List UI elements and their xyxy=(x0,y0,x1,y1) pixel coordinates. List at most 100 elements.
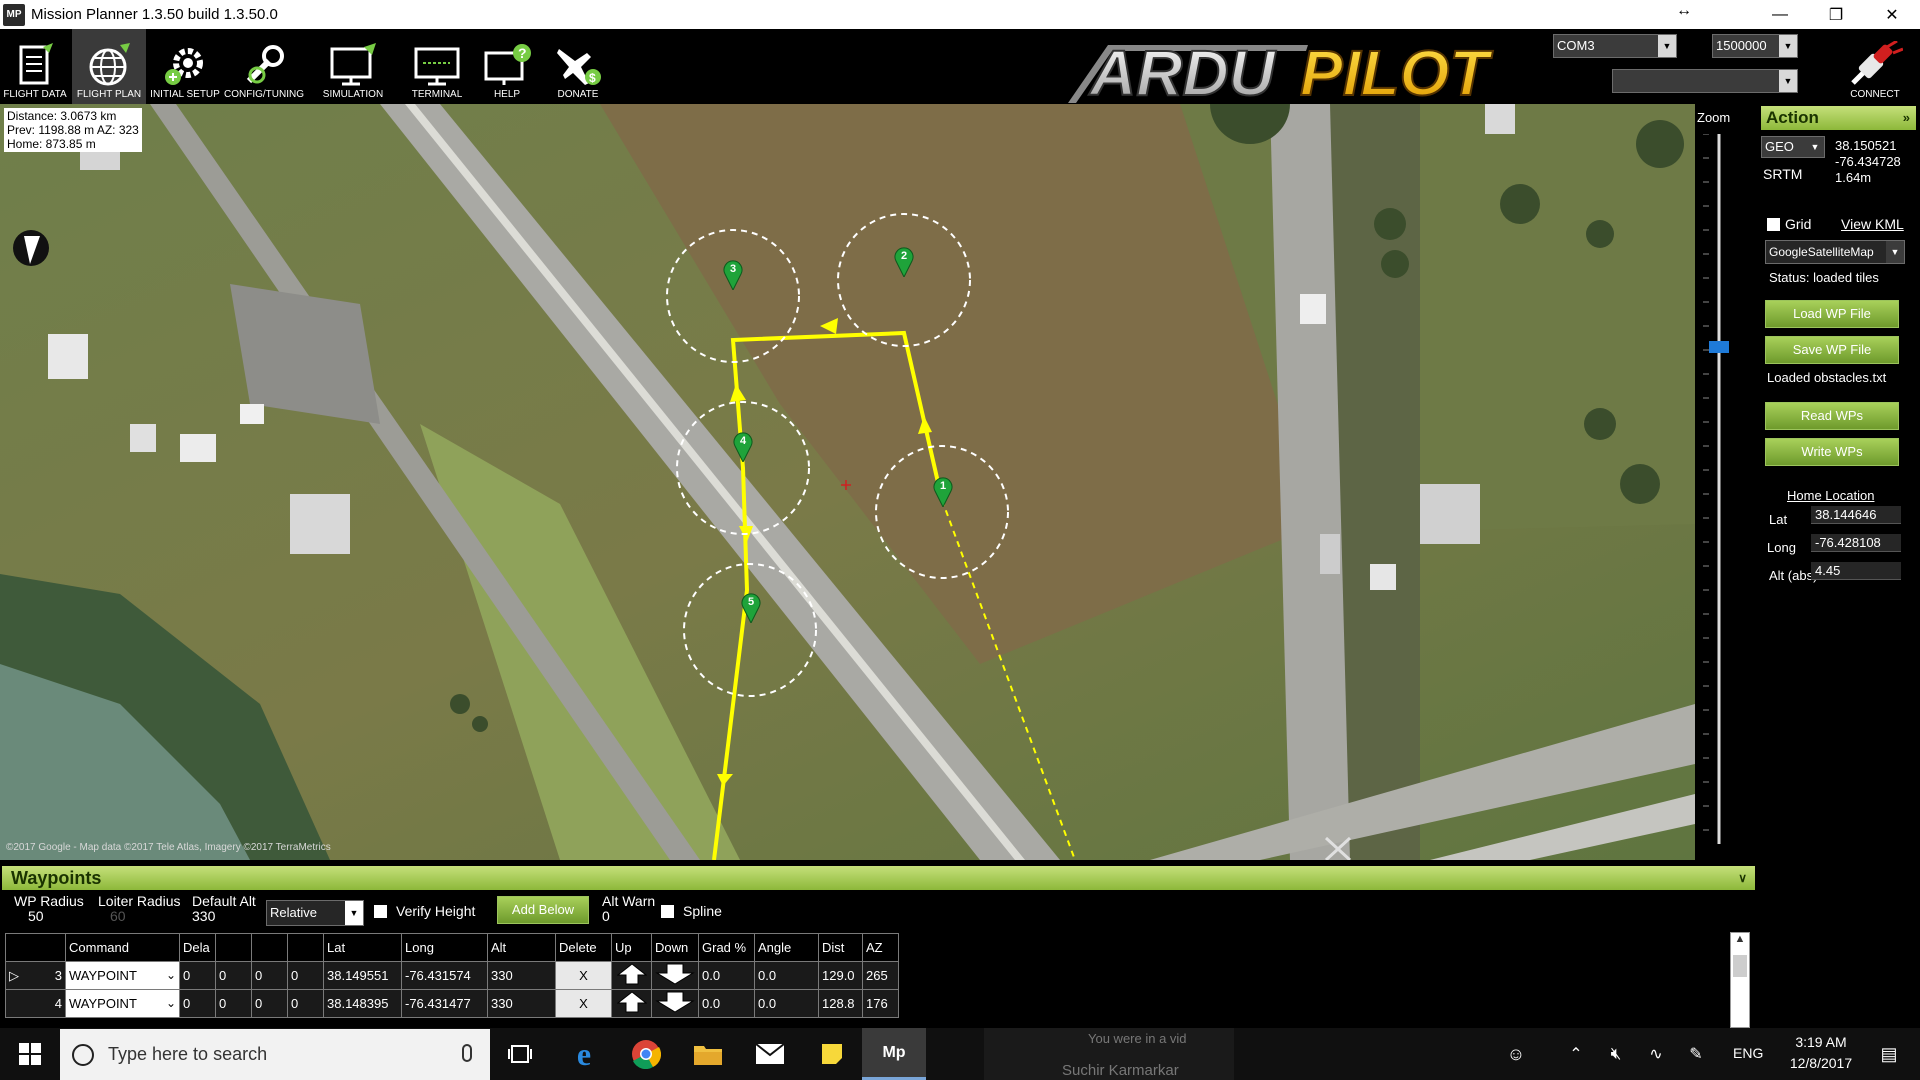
param1-cell[interactable]: 0 xyxy=(179,989,216,1018)
initial-setup-button[interactable]: INITIAL SETUP xyxy=(150,29,220,104)
lat-cell[interactable]: 38.149551 xyxy=(323,961,402,990)
alt-warn-field[interactable]: 0 xyxy=(602,908,610,924)
clock-date[interactable]: 12/8/2017 xyxy=(1784,1055,1858,1071)
table-row[interactable]: ▷ 3 WAYPOINT ⌄ 0 0 0 0 38.149551 -76.43157… xyxy=(5,961,899,990)
alt-cell[interactable]: 330 xyxy=(487,989,556,1018)
param4-cell[interactable]: 0 xyxy=(287,989,324,1018)
param2-cell[interactable]: 0 xyxy=(215,961,252,990)
alt-cell[interactable]: 330 xyxy=(487,961,556,990)
grid-checkbox[interactable] xyxy=(1767,218,1780,231)
delete-button[interactable]: X xyxy=(555,989,612,1018)
mission-planner-taskbar-button[interactable]: Mp xyxy=(862,1028,926,1080)
chrome-button[interactable] xyxy=(616,1028,676,1080)
language-indicator[interactable]: ENG xyxy=(1733,1045,1763,1061)
view-kml-link[interactable]: View KML xyxy=(1841,216,1904,232)
command-select[interactable]: WAYPOINT ⌄ xyxy=(65,961,180,990)
scroll-thumb[interactable] xyxy=(1733,955,1747,977)
mail-button[interactable] xyxy=(740,1028,800,1080)
edge-browser-button[interactable]: e xyxy=(554,1028,614,1080)
long-cell[interactable]: -76.431574 xyxy=(401,961,488,990)
close-button[interactable]: ✕ xyxy=(1864,0,1920,29)
clock-time[interactable]: 3:19 AM xyxy=(1784,1034,1858,1050)
save-wp-file-button[interactable]: Save WP File xyxy=(1765,336,1899,364)
default-alt-field[interactable]: 330 xyxy=(192,908,215,924)
satellite-map[interactable] xyxy=(0,104,1695,860)
lat-cell[interactable]: 38.148395 xyxy=(323,989,402,1018)
pen-button[interactable]: ✎ xyxy=(1676,1028,1716,1080)
volume-button[interactable]: 🔇︎ xyxy=(1596,1028,1636,1080)
minimize-button[interactable]: — xyxy=(1752,0,1808,29)
waypoint-marker-1[interactable]: 1 xyxy=(933,477,953,509)
home-alt-field[interactable]: 4.45 xyxy=(1811,562,1901,580)
map-view[interactable]: 1 2 3 4 5 Distance: 3.0673 km Prev: 1198… xyxy=(0,104,1695,860)
table-scrollbar[interactable]: ▲ xyxy=(1730,932,1750,1028)
mavlink-select[interactable]: ▼ xyxy=(1612,69,1798,93)
waypoints-header[interactable]: Waypoints ∨ xyxy=(2,866,1755,890)
config-tuning-button[interactable]: CONFIG/TUNING xyxy=(224,29,304,104)
move-down-button[interactable] xyxy=(651,989,699,1018)
loiter-radius-field[interactable]: 60 xyxy=(110,908,126,924)
taskbar-search-box[interactable]: Type here to search xyxy=(60,1029,490,1080)
waypoint-marker-2[interactable]: 2 xyxy=(894,247,914,279)
simulation-button[interactable]: SIMULATION xyxy=(318,29,388,104)
action-center-button[interactable]: ▤ xyxy=(1862,1028,1916,1080)
move-up-button[interactable] xyxy=(611,989,652,1018)
task-view-button[interactable] xyxy=(490,1028,550,1080)
param2-cell[interactable]: 0 xyxy=(215,989,252,1018)
flight-data-button[interactable]: FLIGHT DATA xyxy=(2,29,68,104)
verify-height-checkbox[interactable] xyxy=(374,905,387,918)
column-header xyxy=(5,933,66,962)
notification-toast[interactable]: You were in a vid Suchir Karmarkar xyxy=(984,1028,1234,1080)
donate-button[interactable]: $ DONATE xyxy=(546,29,610,104)
long-cell[interactable]: -76.431477 xyxy=(401,989,488,1018)
home-long-field[interactable]: -76.428108 xyxy=(1811,534,1901,552)
connect-button[interactable]: CONNECT xyxy=(1832,29,1918,104)
network-button[interactable]: ∿ xyxy=(1636,1028,1676,1080)
maximize-button[interactable]: ❐ xyxy=(1808,0,1864,29)
param1-cell[interactable]: 0 xyxy=(179,961,216,990)
write-wps-button[interactable]: Write WPs xyxy=(1765,438,1899,466)
help-button[interactable]: ? HELP xyxy=(474,29,540,104)
add-below-button[interactable]: Add Below xyxy=(497,896,589,924)
microphone-icon[interactable] xyxy=(462,1044,472,1062)
param3-cell[interactable]: 0 xyxy=(251,961,288,990)
collapse-icon[interactable]: ∨ xyxy=(1738,866,1747,890)
spline-checkbox[interactable] xyxy=(661,905,674,918)
waypoint-marker-5[interactable]: 5 xyxy=(741,593,761,625)
move-up-button[interactable] xyxy=(611,961,652,990)
coord-type-select[interactable]: GEO ▼ xyxy=(1761,136,1825,158)
zoom-slider[interactable] xyxy=(1695,134,1757,874)
baud-select[interactable]: 1500000 ▼ xyxy=(1712,34,1798,58)
command-select[interactable]: WAYPOINT ⌄ xyxy=(65,989,180,1018)
flight-plan-button[interactable]: FLIGHT PLAN xyxy=(72,29,146,104)
map-type-select[interactable]: GoogleSatelliteMap ▼ xyxy=(1765,240,1905,264)
terminal-button[interactable]: TERMINAL xyxy=(402,29,472,104)
people-button[interactable]: ☺ xyxy=(1496,1028,1536,1080)
row-selector-icon[interactable]: ▷ xyxy=(9,968,19,984)
wp-radius-field[interactable]: 50 xyxy=(28,908,44,924)
task-view-icon xyxy=(508,1045,532,1063)
collapse-icon[interactable]: » xyxy=(1903,106,1910,130)
waypoint-marker-4[interactable]: 4 xyxy=(733,432,753,464)
param4-cell[interactable]: 0 xyxy=(287,961,324,990)
resize-icon[interactable]: ↔ xyxy=(1676,2,1692,20)
home-lat-field[interactable]: 38.144646 xyxy=(1811,506,1901,524)
home-location-link[interactable]: Home Location xyxy=(1787,488,1874,503)
sticky-notes-button[interactable] xyxy=(802,1028,862,1080)
zoom-slider-thumb[interactable] xyxy=(1709,341,1729,353)
compass-icon xyxy=(13,230,49,266)
scroll-up-icon[interactable]: ▲ xyxy=(1731,933,1749,951)
start-button[interactable] xyxy=(0,1028,60,1080)
move-down-button[interactable] xyxy=(651,961,699,990)
read-wps-button[interactable]: Read WPs xyxy=(1765,402,1899,430)
show-hidden-icons-button[interactable]: ⌃ xyxy=(1556,1028,1596,1080)
action-panel-header[interactable]: Action » xyxy=(1761,106,1916,130)
load-wp-file-button[interactable]: Load WP File xyxy=(1765,300,1899,328)
param3-cell[interactable]: 0 xyxy=(251,989,288,1018)
port-select[interactable]: COM3 ▼ xyxy=(1553,34,1677,58)
alt-mode-select[interactable]: Relative ▼ xyxy=(266,900,364,926)
waypoint-marker-3[interactable]: 3 xyxy=(723,260,743,292)
delete-button[interactable]: X xyxy=(555,961,612,990)
table-row[interactable]: 4 WAYPOINT ⌄ 0 0 0 0 38.148395 -76.431477… xyxy=(5,989,899,1018)
file-explorer-button[interactable] xyxy=(678,1028,738,1080)
